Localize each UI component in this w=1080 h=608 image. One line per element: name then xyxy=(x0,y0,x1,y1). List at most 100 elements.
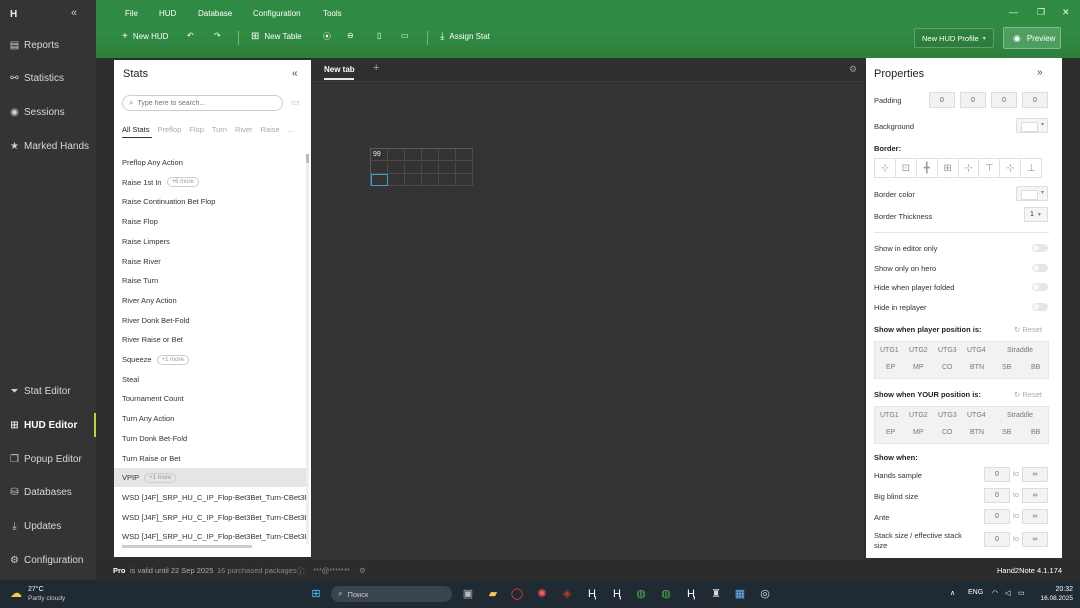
pos-utg2[interactable]: UTG2 xyxy=(909,347,928,354)
your-position-reset[interactable]: ↻ Reset xyxy=(1014,390,1042,399)
tab-new-tab[interactable]: New tab xyxy=(324,65,355,74)
settings-small-icon[interactable]: ⚙ xyxy=(359,566,366,575)
list-item[interactable]: Steal xyxy=(114,370,306,389)
opera-icon[interactable]: ◯ xyxy=(510,587,524,601)
pos-utg2[interactable]: UTG2 xyxy=(909,412,928,419)
redo-icon[interactable]: ↷ xyxy=(214,31,221,40)
vertical-layout-icon[interactable]: ⦿ xyxy=(323,31,331,42)
stats-search-input[interactable] xyxy=(137,99,268,107)
border-outer-icon[interactable]: ⊡ xyxy=(894,158,917,178)
nav-item-configuration[interactable]: ⚙ Configuration xyxy=(0,548,96,572)
pos-utg3[interactable]: UTG3 xyxy=(938,412,957,419)
hud-cell[interactable] xyxy=(388,174,405,186)
hud-cell[interactable] xyxy=(405,161,422,174)
close-icon[interactable]: ✕ xyxy=(1062,7,1070,18)
volume-icon[interactable]: ◁ xyxy=(1005,589,1010,597)
pos-bb[interactable]: BB xyxy=(1031,364,1040,371)
tab-raise[interactable]: Raise xyxy=(261,125,280,134)
stats-vertical-scrollbar[interactable] xyxy=(306,154,309,544)
collapse-nav-icon[interactable]: « xyxy=(71,7,77,19)
nav-item-popup-editor[interactable]: ❐ Popup Editor xyxy=(0,447,96,471)
assign-stat-button[interactable]: ⤓ Assign Stat xyxy=(440,31,490,42)
hand2note-icon[interactable]: Ⱨ xyxy=(610,587,624,601)
stack-size-from[interactable]: 0 xyxy=(984,532,1010,547)
hud-profile-select[interactable]: New HUD Profile ▾ xyxy=(914,28,994,48)
big-blind-from[interactable]: 0 xyxy=(984,488,1010,503)
nav-item-sessions[interactable]: ◉ Sessions xyxy=(0,100,96,124)
hide-folded-toggle[interactable] xyxy=(1032,283,1048,291)
pos-ep[interactable]: EP xyxy=(886,429,895,436)
border-bottom-icon[interactable]: ⊥ xyxy=(1020,158,1043,178)
add-tab-icon[interactable]: + xyxy=(373,62,379,74)
nav-item-updates[interactable]: ⤓ Updates xyxy=(0,514,96,538)
tab-all-stats[interactable]: All Stats xyxy=(122,125,150,134)
hide-replayer-toggle[interactable] xyxy=(1032,303,1048,311)
hud-cell[interactable] xyxy=(422,149,439,161)
hud-cell[interactable] xyxy=(422,174,439,186)
new-table-button[interactable]: ⊞ New Table xyxy=(251,31,302,42)
pos-utg3[interactable]: UTG3 xyxy=(938,347,957,354)
list-item[interactable]: Turn Donk Bet-Fold xyxy=(114,429,306,448)
expand-properties-icon[interactable]: » xyxy=(1037,67,1043,78)
clock-time[interactable]: 20:32 xyxy=(1037,586,1073,593)
border-top-icon[interactable]: ⊤ xyxy=(978,158,1001,178)
border-right-icon[interactable]: ⊹ xyxy=(999,158,1022,178)
list-item[interactable]: WSD [J4F]_SRP_HU_C_IP_Flop-Bet3Bet_Turn-… xyxy=(114,508,306,527)
hud-cell[interactable] xyxy=(371,174,388,186)
pos-sb[interactable]: SB xyxy=(1002,429,1011,436)
pos-ep[interactable]: EP xyxy=(886,364,895,371)
more-badge[interactable]: +1 more xyxy=(156,354,189,365)
task-view-icon[interactable]: ▣ xyxy=(461,587,475,601)
hud-cell[interactable] xyxy=(456,149,473,161)
list-item[interactable]: River Donk Bet-Fold xyxy=(114,311,306,330)
wifi-icon[interactable]: ◠ xyxy=(992,589,998,597)
list-item[interactable]: River Raise or Bet xyxy=(114,330,306,349)
battery-icon[interactable]: ▭ xyxy=(1018,589,1025,597)
pos-mp[interactable]: MP xyxy=(913,429,924,436)
hud-cell[interactable] xyxy=(405,174,422,186)
list-item[interactable]: Raise 1st In +6 more xyxy=(114,173,306,192)
collapse-stats-icon[interactable]: « xyxy=(292,68,298,79)
taskbar-search[interactable]: ⌕ Поиск xyxy=(331,586,452,602)
tab-preflop[interactable]: Preflop xyxy=(158,125,182,134)
hud-cell[interactable] xyxy=(456,161,473,174)
pos-bb[interactable]: BB xyxy=(1031,429,1040,436)
nav-item-hud-editor[interactable]: ⊞ HUD Editor xyxy=(0,413,96,437)
list-item[interactable]: Raise Continuation Bet Flop xyxy=(114,192,306,211)
preview-button[interactable]: ◉ Preview xyxy=(1003,27,1061,49)
ante-to[interactable]: ∞ xyxy=(1022,509,1048,524)
menu-database[interactable]: Database xyxy=(198,9,232,18)
restore-icon[interactable]: ❐ xyxy=(1037,7,1045,18)
file-explorer-icon[interactable]: ▰ xyxy=(486,587,500,601)
chrome-icon[interactable]: ◍ xyxy=(634,587,648,601)
pos-co[interactable]: CO xyxy=(942,429,953,436)
list-item[interactable]: Squeeze +1 more xyxy=(114,350,306,369)
big-blind-to[interactable]: ∞ xyxy=(1022,488,1048,503)
weather-icon[interactable]: ☁ xyxy=(10,586,22,600)
pos-mp[interactable]: MP xyxy=(913,364,924,371)
stats-horizontal-scrollbar[interactable] xyxy=(122,545,252,548)
list-item[interactable]: Raise River xyxy=(114,252,306,271)
padding-bottom-input[interactable]: 0 xyxy=(991,92,1017,108)
border-all-icon[interactable]: ⊞ xyxy=(936,158,959,178)
hud-cell[interactable] xyxy=(388,149,405,161)
stats-search[interactable]: ⌕ xyxy=(122,95,283,111)
nav-item-stat-editor[interactable]: ⏷ Stat Editor xyxy=(0,379,96,403)
border-left-icon[interactable]: ⊹ xyxy=(957,158,980,178)
hand2note-icon[interactable]: Ⱨ xyxy=(585,587,599,601)
show-on-hero-toggle[interactable] xyxy=(1032,264,1048,272)
hud-cell[interactable] xyxy=(439,161,456,174)
app-icon[interactable]: ♜ xyxy=(709,587,723,601)
nav-item-statistics[interactable]: ⚯ Statistics xyxy=(0,66,96,90)
list-item[interactable]: Turn Any Action xyxy=(114,409,306,428)
padding-top-input[interactable]: 0 xyxy=(929,92,955,108)
pos-utg4[interactable]: UTG4 xyxy=(967,347,986,354)
menu-configuration[interactable]: Configuration xyxy=(253,9,301,18)
background-color-picker[interactable] xyxy=(1016,118,1048,133)
border-inner-icon[interactable]: ╋ xyxy=(915,158,938,178)
undo-icon[interactable]: ↶ xyxy=(187,31,194,40)
list-item[interactable]: WSD [J4F]_SRP_HU_C_IP_Flop-Bet3Bet_Turn-… xyxy=(114,488,306,507)
tab-turn[interactable]: Turn xyxy=(212,125,227,134)
player-position-reset[interactable]: ↻ Reset xyxy=(1014,325,1042,334)
app-icon[interactable]: ◎ xyxy=(758,587,772,601)
